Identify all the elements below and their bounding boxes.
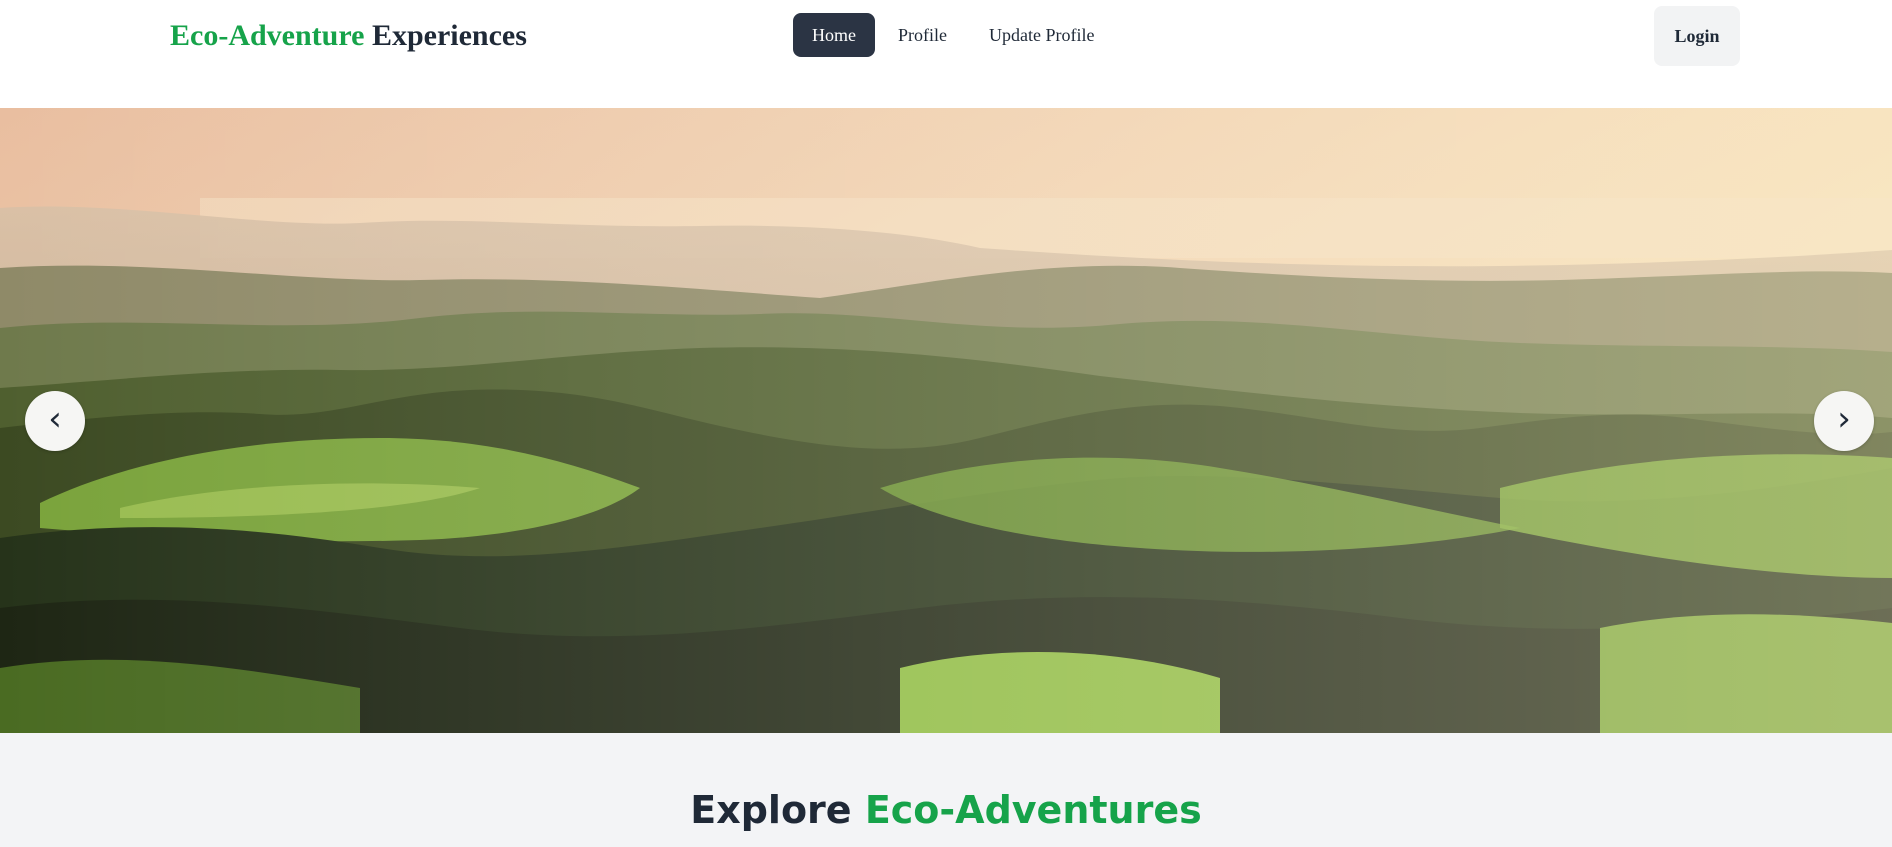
hero-landscape-image xyxy=(0,108,1892,733)
section-title: Explore Eco-Adventures xyxy=(0,787,1892,833)
carousel-prev-button[interactable]: ‹ xyxy=(25,391,85,451)
carousel-next-button[interactable]: › xyxy=(1814,391,1874,451)
nav-profile-link[interactable]: Profile xyxy=(879,13,966,57)
explore-section: Explore Eco-Adventures xyxy=(0,733,1892,847)
nav-home-link[interactable]: Home xyxy=(793,13,875,57)
login-button[interactable]: Login xyxy=(1654,6,1740,66)
section-title-part1: Explore xyxy=(690,788,852,832)
top-navbar: Eco-Adventure Experiences Home Profile U… xyxy=(0,0,1892,108)
brand-rest: Experiences xyxy=(371,19,527,52)
section-title-part2: Eco-Adventures xyxy=(864,788,1202,832)
nav-update-profile-link[interactable]: Update Profile xyxy=(970,13,1113,57)
brand-accent: Eco-Adventure xyxy=(170,19,365,52)
nav-links: Home Profile Update Profile xyxy=(793,13,1113,57)
site-brand[interactable]: Eco-Adventure Experiences xyxy=(170,16,527,56)
chevron-right-icon: › xyxy=(1837,399,1851,439)
hero-carousel: ‹ › xyxy=(0,108,1892,733)
chevron-left-icon: ‹ xyxy=(48,399,62,439)
